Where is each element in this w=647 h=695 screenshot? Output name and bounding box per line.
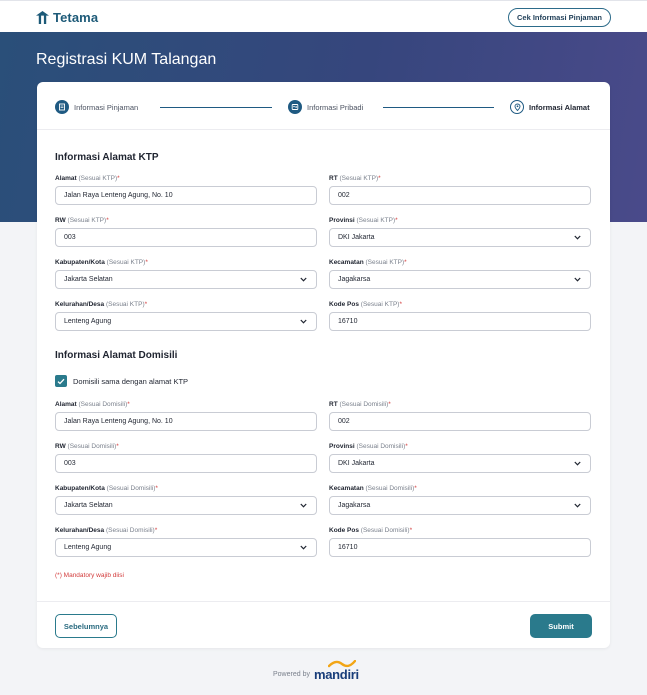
kabupaten-domisili-select[interactable]: Jakarta Selatan xyxy=(55,496,317,515)
kelurahan-ktp-select[interactable]: Lenteng Agung xyxy=(55,312,317,331)
rt-domisili-input[interactable]: 002 xyxy=(329,412,591,431)
section-title-domisili: Informasi Alamat Domisili xyxy=(55,350,178,361)
label-kabupaten-domisili: Kabupaten/Kota (Sesuai Domisili)* xyxy=(55,485,158,492)
top-bar: Tetama Cek Informasi Pinjaman xyxy=(0,0,647,32)
rt-ktp-input[interactable]: 002 xyxy=(329,186,591,205)
step-label: Informasi Alamat xyxy=(529,102,590,112)
label-kelurahan-domisili: Kelurahan/Desa (Sesuai Domisili)* xyxy=(55,527,158,534)
domisili-same-checkbox-row[interactable]: Domisili sama dengan alamat KTP xyxy=(55,375,188,387)
powered-by: Powered by mandiri xyxy=(273,660,359,682)
label-kabupaten-ktp: Kabupaten/Kota (Sesuai KTP)* xyxy=(55,259,148,266)
kabupaten-ktp-select[interactable]: Jakarta Selatan xyxy=(55,270,317,289)
label-rw-domisili: RW (Sesuai Domisili)* xyxy=(55,443,119,450)
id-card-icon xyxy=(288,100,302,114)
brand-name: Tetama xyxy=(53,10,99,25)
form-card: Informasi Pinjaman Informasi Pribadi Inf… xyxy=(37,82,610,648)
label-rw-ktp: RW (Sesuai KTP)* xyxy=(55,217,109,224)
step-connector xyxy=(160,107,272,109)
alamat-ktp-input[interactable]: Jalan Raya Lenteng Agung, No. 10 xyxy=(55,186,317,205)
label-kelurahan-ktp: Kelurahan/Desa (Sesuai KTP)* xyxy=(55,301,148,308)
kecamatan-ktp-select[interactable]: Jagakarsa xyxy=(329,270,591,289)
chevron-down-icon xyxy=(574,235,581,240)
kodepos-domisili-input[interactable]: 16710 xyxy=(329,538,591,557)
brand-logo[interactable]: Tetama xyxy=(36,10,98,25)
label-kodepos-ktp: Kode Pos (Sesuai KTP)* xyxy=(329,301,402,308)
mandiri-logo-text: mandiri xyxy=(313,667,359,682)
label-kodepos-domisili: Kode Pos (Sesuai Domisili)* xyxy=(329,527,413,534)
rw-ktp-input[interactable]: 003 xyxy=(55,228,317,247)
label-kecamatan-domisili: Kecamatan (Sesuai Domisili)* xyxy=(329,485,417,492)
location-icon xyxy=(510,100,524,114)
kodepos-ktp-input[interactable]: 16710 xyxy=(329,312,591,331)
step-informasi-alamat[interactable]: Informasi Alamat xyxy=(510,100,590,114)
step-informasi-pinjaman[interactable]: Informasi Pinjaman xyxy=(55,100,138,114)
chevron-down-icon xyxy=(300,277,307,282)
chevron-down-icon xyxy=(300,503,307,508)
document-icon xyxy=(55,100,69,114)
stepper: Informasi Pinjaman Informasi Pribadi Inf… xyxy=(37,82,610,130)
submit-button[interactable]: Submit xyxy=(530,614,592,638)
kelurahan-domisili-select[interactable]: Lenteng Agung xyxy=(55,538,317,557)
label-kecamatan-ktp: Kecamatan (Sesuai KTP)* xyxy=(329,259,407,266)
label-alamat-domisili: Alamat (Sesuai Domisili)* xyxy=(55,401,130,408)
checkmark-icon xyxy=(57,378,65,384)
domisili-same-label: Domisili sama dengan alamat KTP xyxy=(73,376,189,386)
step-connector xyxy=(383,107,494,109)
tetama-logo-icon xyxy=(36,11,49,24)
chevron-down-icon xyxy=(574,503,581,508)
mandiri-wave-icon xyxy=(327,660,356,668)
rw-domisili-input[interactable]: 003 xyxy=(55,454,317,473)
kecamatan-domisili-select[interactable]: Jagakarsa xyxy=(329,496,591,515)
step-informasi-pribadi[interactable]: Informasi Pribadi xyxy=(288,100,363,114)
cek-informasi-pinjaman-button[interactable]: Cek Informasi Pinjaman xyxy=(508,8,611,27)
step-label: Informasi Pinjaman xyxy=(74,102,139,112)
label-provinsi-ktp: Provinsi (Sesuai KTP)* xyxy=(329,217,398,224)
label-rt-domisili: RT (Sesuai Domisili)* xyxy=(329,401,391,408)
page-title: Registrasi KUM Talangan xyxy=(36,51,217,68)
chevron-down-icon xyxy=(574,461,581,466)
chevron-down-icon xyxy=(300,319,307,324)
label-alamat-ktp: Alamat (Sesuai KTP)* xyxy=(55,175,120,182)
provinsi-ktp-select[interactable]: DKI Jakarta xyxy=(329,228,591,247)
mandiri-logo: mandiri xyxy=(313,660,359,682)
label-rt-ktp: RT (Sesuai KTP)* xyxy=(329,175,381,182)
step-label: Informasi Pribadi xyxy=(307,102,364,112)
label-provinsi-domisili: Provinsi (Sesuai Domisili)* xyxy=(329,443,408,450)
powered-by-text: Powered by xyxy=(273,671,310,678)
chevron-down-icon xyxy=(574,277,581,282)
footer-divider xyxy=(37,601,610,602)
mandatory-note: (*) Mandatory wajib diisi xyxy=(55,572,124,579)
alamat-domisili-input[interactable]: Jalan Raya Lenteng Agung, No. 10 xyxy=(55,412,317,431)
sebelumnya-button[interactable]: Sebelumnya xyxy=(55,614,117,638)
chevron-down-icon xyxy=(300,545,307,550)
provinsi-domisili-select[interactable]: DKI Jakarta xyxy=(329,454,591,473)
domisili-same-checkbox[interactable] xyxy=(55,375,67,387)
section-title-ktp: Informasi Alamat KTP xyxy=(55,152,159,163)
